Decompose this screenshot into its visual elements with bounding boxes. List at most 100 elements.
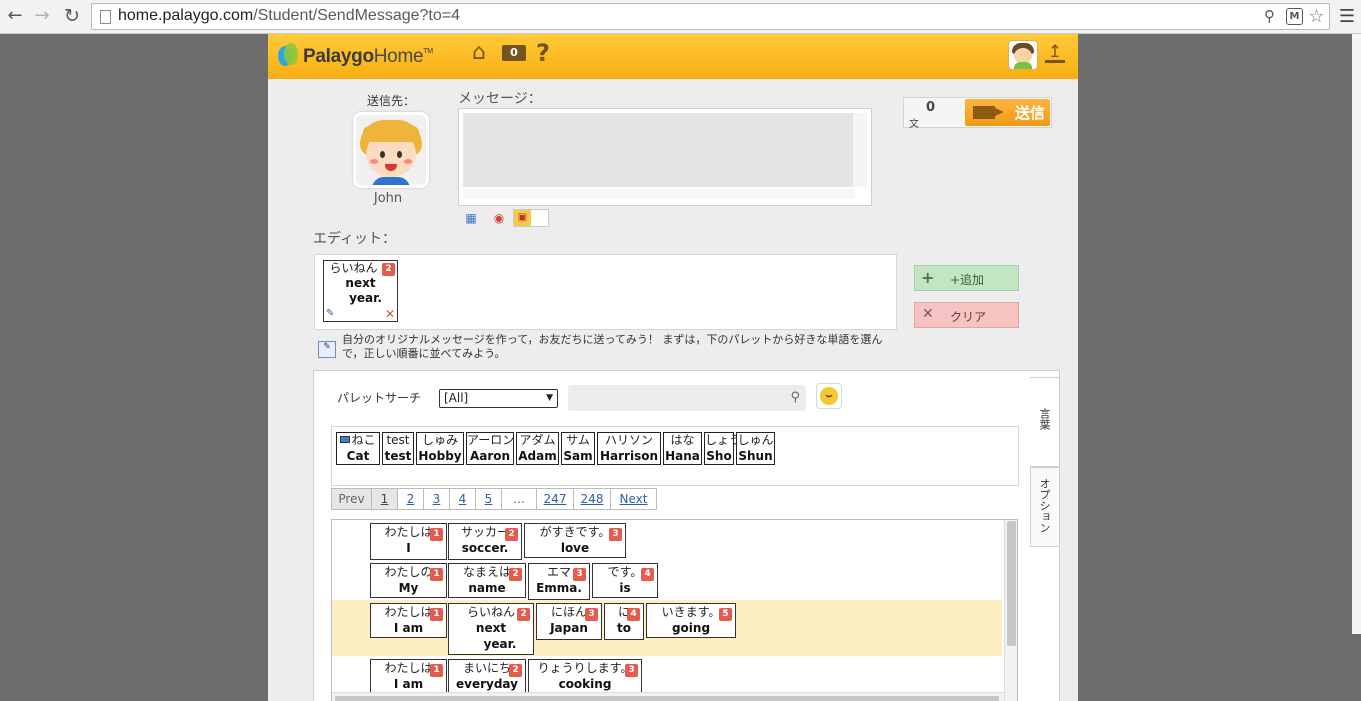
vertical-scrollbar[interactable] (1004, 520, 1017, 701)
mail-icon[interactable]: 0 (502, 45, 526, 61)
order-badge: 2 (505, 528, 518, 541)
back-arrow-icon[interactable]: ← (4, 5, 26, 27)
user-avatar[interactable] (1008, 40, 1038, 70)
insert-template-icon[interactable]: ▦ (462, 209, 480, 227)
order-badge: 2 (509, 568, 522, 581)
page-3[interactable]: 3 (424, 489, 450, 509)
chip-en: is (619, 581, 631, 595)
page-prev[interactable]: Prev (332, 489, 372, 509)
word-chip[interactable]: アダム Adam (516, 432, 559, 465)
word-jp: しゅみ (421, 433, 458, 447)
upload-icon[interactable]: ↥ (1045, 43, 1065, 63)
picture-icon: ▣ (514, 210, 531, 226)
word-en: test (384, 449, 412, 463)
browser-menu-icon[interactable]: ☰ (1339, 6, 1355, 27)
chip-en-2: year. (483, 637, 517, 651)
message-scrollbar[interactable] (853, 113, 867, 187)
forward-arrow-icon[interactable]: → (31, 5, 53, 27)
message-box (458, 108, 872, 206)
word-en: Harrison (599, 449, 659, 463)
sentence-chip[interactable]: エマ Emma. 3 (528, 563, 590, 600)
word-chip[interactable]: はな Hana (663, 432, 702, 465)
tab-words[interactable]: 言葉 (1030, 377, 1060, 467)
sentence-row[interactable]: わたしは I 1 サッカー soccer. 2 がすきです。 love 3 (332, 520, 1002, 560)
bookmark-star-icon[interactable]: ☆ (1307, 7, 1326, 26)
add-button[interactable]: + +追加 (914, 265, 1019, 291)
edit-word-chip[interactable]: らいねん next year. 2 ✎ ✕ (323, 260, 398, 322)
zoom-icon[interactable]: ⚲ (1260, 7, 1279, 26)
sentence-chip[interactable]: がすきです。 love 3 (524, 523, 626, 558)
sentence-chip[interactable]: わたしは I am 1 (370, 659, 447, 694)
palette-category-select[interactable]: [All] ▼ (439, 389, 558, 408)
palette-words: ねこ Cat test test しゅみ Hobby アーロン Aaron アダム Ada… (331, 426, 1019, 486)
page-1[interactable]: 1 (372, 489, 398, 509)
word-chip[interactable]: サム Sam (561, 432, 595, 465)
word-chip[interactable]: しゅん Shun (736, 432, 775, 465)
browser-scrollbar[interactable] (1352, 34, 1361, 634)
sentence-chip[interactable]: なまえは name 2 (448, 563, 526, 598)
sentence-chip[interactable]: りょうりします。 cooking 3 (528, 659, 642, 694)
tab-options[interactable]: オプション (1030, 467, 1060, 547)
delete-icon[interactable]: ✕ (385, 307, 395, 321)
word-chip[interactable]: しゅみ Hobby (416, 432, 464, 465)
word-chip[interactable]: ハリソン Harrison (597, 432, 661, 465)
sentence-row-selected[interactable]: わたしは I am 1 らいねん next year. 2 にほん Japan 3 に to 4 … (332, 600, 1002, 656)
sentence-chip[interactable]: わたしの My 1 (370, 563, 447, 598)
pagination: Prev 1 2 3 4 5 ... 247 248 Next (331, 488, 657, 510)
emoji-button[interactable]: ⌣ (816, 383, 842, 409)
sentence-chip[interactable]: らいねん next year. 2 (448, 603, 534, 655)
word-chip[interactable]: test test (382, 432, 414, 465)
help-icon[interactable]: ? (536, 41, 550, 65)
reload-icon[interactable]: ↻ (61, 5, 83, 27)
page-4[interactable]: 4 (450, 489, 476, 509)
sentence-chip[interactable]: に to 4 (604, 603, 644, 640)
sentence-chip[interactable]: まいにち everyday 2 (448, 659, 526, 694)
message-label: メッセージ： (458, 91, 542, 107)
logo-mark-icon (278, 43, 300, 68)
sentence-chip[interactable]: にほん Japan 3 (536, 603, 602, 640)
sentence-list: わたしは I 1 サッカー soccer. 2 がすきです。 love 3 わたしの My 1 … (331, 519, 1018, 701)
order-badge: 4 (641, 568, 654, 581)
page-5[interactable]: 5 (476, 489, 502, 509)
clear-button[interactable]: ✕ クリア (914, 302, 1019, 328)
pencil-icon[interactable]: ✎ (326, 308, 334, 319)
word-chip[interactable]: アーロン Aaron (466, 432, 514, 465)
edit-area[interactable]: らいねん next year. 2 ✎ ✕ (314, 254, 897, 330)
sentence-chip[interactable]: わたしは I am 1 (370, 603, 447, 638)
word-en: Hobby (418, 449, 462, 463)
recipient-label: 送信先： (367, 94, 416, 108)
sentence-row[interactable]: わたしは I am 1 まいにち everyday 2 りょうりします。 cooking 3 (332, 656, 1002, 694)
page-248[interactable]: 248 (574, 489, 611, 509)
home-icon[interactable]: ⌂ (472, 41, 486, 65)
sentence-chip[interactable]: サッカー soccer. 2 (448, 523, 522, 560)
address-bar[interactable]: home.palaygo.com/Student/SendMessage?to=… (91, 3, 1330, 30)
palette-search-input[interactable]: ⚲ (568, 385, 806, 411)
picture-toggle[interactable]: ▣ (513, 209, 549, 227)
extension-icon[interactable]: M (1286, 8, 1303, 25)
send-button-label: 送信 (1015, 104, 1046, 122)
order-badge: 3 (609, 528, 622, 541)
sentence-chip[interactable]: いきます。 going 5 (646, 603, 736, 638)
word-chip[interactable]: しょう Sho (704, 432, 741, 465)
chip-en: Japan (550, 621, 588, 635)
sentence-count: 0 (926, 100, 936, 115)
picture-flag-icon (340, 436, 351, 443)
message-textarea[interactable] (463, 113, 855, 187)
word-jp: ハリソン (604, 433, 653, 447)
sentence-chip[interactable]: わたしは I 1 (370, 523, 447, 560)
horizontal-scrollbar[interactable] (332, 692, 1004, 701)
word-jp: ねこ (351, 433, 376, 447)
sentence-row[interactable]: わたしの My 1 なまえは name 2 エマ Emma. 3 です。 is 4 (332, 560, 1002, 600)
message-hscrollbar[interactable] (463, 189, 855, 199)
stamp-icon[interactable]: ◉ (490, 209, 508, 227)
page-next[interactable]: Next (611, 489, 656, 509)
page-247[interactable]: 247 (537, 489, 574, 509)
sentence-chip[interactable]: です。 is 4 (592, 563, 658, 598)
search-icon[interactable]: ⚲ (790, 390, 800, 405)
order-badge: 1 (430, 568, 443, 581)
send-button[interactable]: ➤ 送信 (965, 99, 1050, 126)
url-path: /Student/SendMessage?to=4 (253, 7, 461, 24)
word-chip[interactable]: ねこ Cat (336, 432, 380, 465)
url-text[interactable]: home.palaygo.com/Student/SendMessage?to=… (118, 7, 460, 25)
page-2[interactable]: 2 (398, 489, 424, 509)
